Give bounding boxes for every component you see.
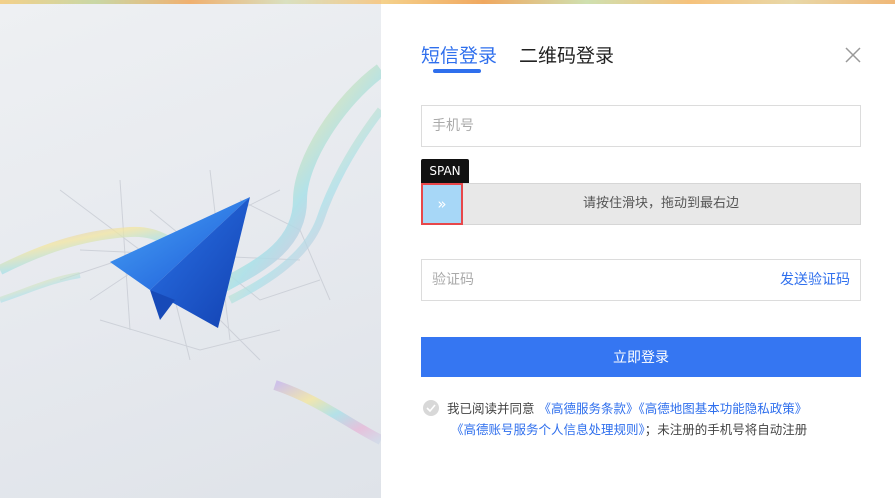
agreement-suffix: ；未注册的手机号将自动注册 [644, 422, 808, 437]
privacy-policy-link[interactable]: 《高德地图基本功能隐私政策》 [639, 401, 808, 416]
login-tabs: 短信登录 二维码登录 [421, 44, 614, 68]
check-icon [426, 404, 436, 412]
debug-element-tag: SPAN [421, 159, 469, 183]
tab-qrcode-login[interactable]: 二维码登录 [519, 44, 614, 68]
agree-checkbox[interactable] [423, 400, 439, 416]
promo-illustration [0, 0, 381, 498]
tab-sms-login[interactable]: 短信登录 [421, 44, 497, 68]
close-button[interactable] [844, 46, 862, 64]
slider-hint: 请按住滑块，拖动到最右边 [582, 196, 739, 211]
phone-input[interactable] [421, 105, 861, 147]
slider-handle[interactable]: » [421, 183, 463, 225]
agreement-line-1: 我已阅读并同意 《高德服务条款》《高德地图基本功能隐私政策》 [447, 398, 807, 420]
agreement-line-2: 《高德账号服务个人信息处理规则》；未注册的手机号将自动注册 [451, 419, 807, 441]
send-code-button[interactable]: 发送验证码 [780, 260, 850, 300]
terms-of-service-link[interactable]: 《高德服务条款》 [539, 401, 639, 416]
login-panel: 短信登录 二维码登录 SPAN 请按住滑块，拖动到最右边 » 发送验证码 立即登… [381, 0, 895, 498]
verification-code-input[interactable] [422, 260, 722, 300]
login-button[interactable]: 立即登录 [421, 337, 861, 377]
double-chevron-right-icon: » [437, 195, 447, 213]
agreement-prefix: 我已阅读并同意 [447, 401, 535, 416]
paper-plane-illustration [0, 64, 381, 445]
active-tab-indicator [433, 69, 481, 73]
close-icon [845, 47, 861, 63]
map-strip [381, 0, 895, 4]
slider-captcha[interactable]: 请按住滑块，拖动到最右边 » [421, 183, 861, 225]
verification-code-field: 发送验证码 [421, 259, 861, 301]
account-privacy-rules-link[interactable]: 《高德账号服务个人信息处理规则》 [451, 422, 645, 437]
